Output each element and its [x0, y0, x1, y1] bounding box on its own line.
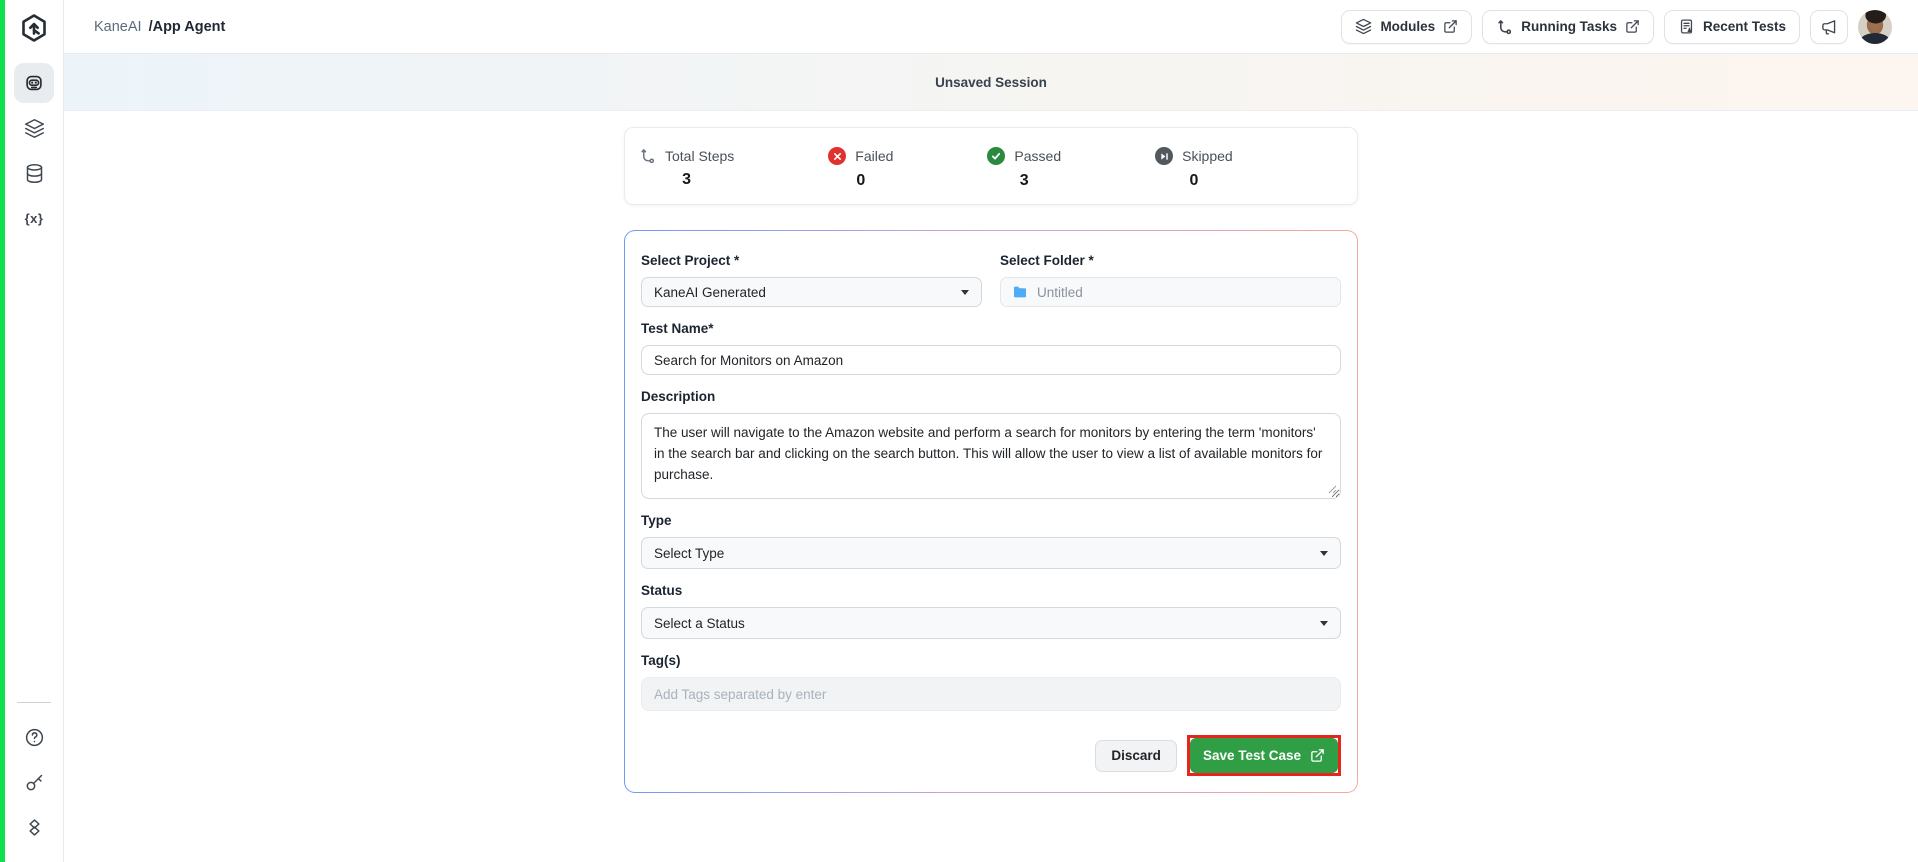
- content-column: KaneAI /App Agent Modules: [64, 0, 1918, 862]
- announcements-button[interactable]: [1810, 10, 1848, 44]
- database-icon: [24, 163, 45, 184]
- stat-failed-value: 0: [828, 172, 893, 190]
- test-name-label: Test Name*: [641, 321, 1341, 336]
- status-select-value: Select a Status: [654, 616, 1320, 631]
- recent-tests-button-label: Recent Tests: [1703, 19, 1786, 34]
- tags-input[interactable]: [641, 677, 1341, 711]
- description-label: Description: [641, 389, 1341, 404]
- chevron-down-icon: [1320, 621, 1328, 626]
- stat-failed-label: Failed: [855, 148, 893, 164]
- chevron-down-icon: [961, 290, 969, 295]
- stat-passed: Passed 3: [987, 147, 1061, 190]
- running-tasks-button[interactable]: Running Tasks: [1482, 10, 1654, 44]
- skipped-icon: [1155, 147, 1173, 165]
- type-select[interactable]: Select Type: [641, 537, 1341, 569]
- megaphone-icon: [1820, 18, 1838, 36]
- stat-skipped: Skipped 0: [1155, 147, 1233, 190]
- user-avatar[interactable]: [1858, 10, 1892, 44]
- stat-failed: Failed 0: [828, 147, 893, 190]
- folder-icon: [1012, 284, 1028, 300]
- stats-card: Total Steps 3 Failed 0: [624, 127, 1358, 205]
- sidebar-divider: [17, 702, 51, 703]
- stat-passed-label: Passed: [1014, 148, 1061, 164]
- layers-icon: [24, 118, 45, 139]
- passed-icon: [987, 147, 1005, 165]
- chevron-down-icon: [1320, 551, 1328, 556]
- stat-skipped-value: 0: [1155, 172, 1233, 190]
- sidebar-item-agent[interactable]: [14, 63, 54, 103]
- external-link-icon: [1625, 19, 1640, 34]
- running-tasks-button-label: Running Tasks: [1521, 19, 1617, 34]
- header-actions: Modules Running Tasks: [1341, 10, 1892, 44]
- folder-field-group: Select Folder * Untitled: [1000, 247, 1341, 307]
- app-root: {x} KaneAI: [0, 0, 1918, 862]
- description-textarea[interactable]: The user will navigate to the Amazon web…: [641, 413, 1341, 499]
- save-button-highlight: Save Test Case: [1187, 735, 1341, 776]
- main-area: Total Steps 3 Failed 0: [64, 111, 1918, 862]
- breadcrumb-current: /App Agent: [149, 19, 226, 35]
- project-label: Select Project *: [641, 253, 982, 268]
- breadcrumb: KaneAI /App Agent: [94, 19, 225, 35]
- external-link-icon: [1310, 748, 1325, 763]
- sidebar-item-data[interactable]: [14, 153, 54, 193]
- modules-button[interactable]: Modules: [1341, 10, 1472, 44]
- description-wrap: The user will navigate to the Amazon web…: [641, 413, 1341, 499]
- recent-tests-button[interactable]: Recent Tests: [1664, 10, 1800, 44]
- project-select-value: KaneAI Generated: [654, 285, 961, 300]
- sidebar-item-variables[interactable]: {x}: [14, 198, 54, 238]
- sidebar-item-help[interactable]: [14, 717, 54, 757]
- flow-icon: [1496, 18, 1513, 35]
- sidebar: {x}: [0, 0, 64, 862]
- help-icon: [24, 727, 45, 748]
- discard-button[interactable]: Discard: [1095, 740, 1177, 772]
- steps-icon: [639, 147, 656, 164]
- stack-icon: [24, 817, 45, 838]
- folder-select-value: Untitled: [1037, 285, 1083, 300]
- folder-select[interactable]: Untitled: [1000, 277, 1341, 307]
- stat-skipped-label: Skipped: [1182, 148, 1233, 164]
- test-report-icon: [1678, 18, 1695, 35]
- key-icon: [24, 772, 45, 793]
- folder-label: Select Folder *: [1000, 253, 1341, 268]
- status-select[interactable]: Select a Status: [641, 607, 1341, 639]
- sidebar-item-access-key[interactable]: [14, 762, 54, 802]
- project-select[interactable]: KaneAI Generated: [641, 277, 982, 307]
- kaneai-logo-icon: [18, 12, 50, 44]
- session-banner: Unsaved Session: [64, 54, 1918, 111]
- sidebar-item-sessions[interactable]: [14, 807, 54, 847]
- tags-label: Tag(s): [641, 653, 1341, 668]
- top-header: KaneAI /App Agent Modules: [64, 0, 1918, 54]
- type-label: Type: [641, 513, 1341, 528]
- layers-icon: [1355, 18, 1372, 35]
- breadcrumb-root[interactable]: KaneAI: [94, 19, 142, 35]
- project-field-group: Select Project * KaneAI Generated: [641, 247, 982, 307]
- stat-passed-value: 3: [987, 172, 1061, 190]
- external-link-icon: [1443, 19, 1458, 34]
- status-label: Status: [641, 583, 1341, 598]
- failed-icon: [828, 147, 846, 165]
- type-select-value: Select Type: [654, 546, 1320, 561]
- save-test-case-button[interactable]: Save Test Case: [1190, 738, 1338, 773]
- variables-icon: {x}: [25, 211, 44, 226]
- session-banner-title: Unsaved Session: [935, 75, 1047, 90]
- stat-total-steps: Total Steps 3: [639, 147, 734, 190]
- stat-total-steps-label: Total Steps: [665, 148, 734, 164]
- kaneai-logo: [15, 9, 53, 47]
- modules-button-label: Modules: [1380, 19, 1435, 34]
- form-actions: Discard Save Test Case: [641, 735, 1341, 776]
- stat-total-steps-value: 3: [639, 171, 734, 189]
- robot-icon: [23, 72, 45, 94]
- sidebar-item-modules[interactable]: [14, 108, 54, 148]
- test-name-input[interactable]: [641, 345, 1341, 375]
- save-test-case-button-label: Save Test Case: [1203, 748, 1301, 763]
- save-test-case-form: Select Project * KaneAI Generated Select…: [624, 230, 1358, 793]
